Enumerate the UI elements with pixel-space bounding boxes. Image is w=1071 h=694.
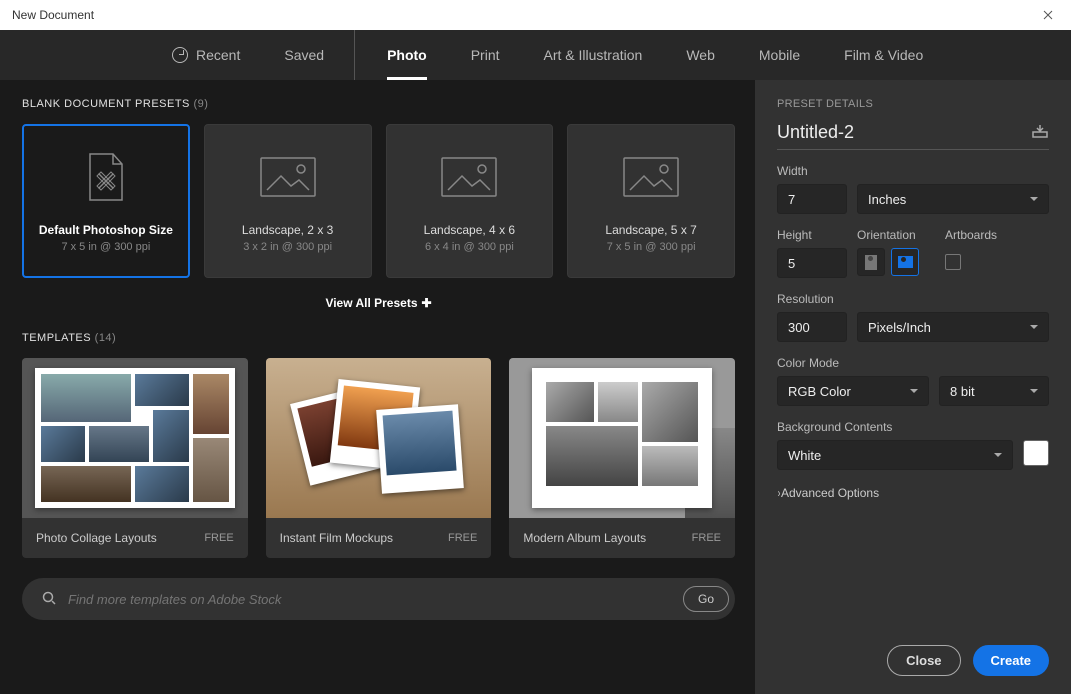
document-icon bbox=[76, 150, 136, 205]
stock-search-bar: Go bbox=[22, 578, 735, 620]
template-thumbnail bbox=[509, 358, 735, 518]
view-all-presets-button[interactable]: View All Presets✚ bbox=[22, 296, 735, 310]
background-color-swatch[interactable] bbox=[1023, 440, 1049, 466]
preset-default-photoshop-size[interactable]: Default Photoshop Size 7 x 5 in @ 300 pp… bbox=[22, 124, 190, 278]
artboards-checkbox[interactable] bbox=[945, 254, 961, 270]
plus-icon: ✚ bbox=[422, 296, 432, 310]
preset-landscape-5x7[interactable]: Landscape, 5 x 7 7 x 5 in @ 300 ppi bbox=[567, 124, 735, 278]
search-input[interactable] bbox=[68, 592, 683, 607]
template-thumbnail bbox=[266, 358, 492, 518]
template-name: Modern Album Layouts bbox=[523, 531, 646, 545]
templates-grid: Photo Collage Layouts FREE Instant Film … bbox=[22, 358, 735, 558]
close-button[interactable]: Close bbox=[887, 645, 960, 676]
templates-header: TEMPLATES (14) bbox=[22, 332, 735, 344]
resolution-label: Resolution bbox=[777, 292, 1049, 306]
artboards-label: Artboards bbox=[945, 228, 997, 242]
tab-photo[interactable]: Photo bbox=[365, 30, 449, 80]
tab-web[interactable]: Web bbox=[664, 30, 737, 80]
image-icon bbox=[258, 150, 318, 205]
height-input[interactable] bbox=[777, 248, 847, 278]
left-panel: BLANK DOCUMENT PRESETS (9) Default Photo… bbox=[0, 80, 755, 694]
height-label: Height bbox=[777, 228, 847, 242]
tab-recent[interactable]: Recent bbox=[150, 30, 262, 80]
orientation-label: Orientation bbox=[857, 228, 919, 242]
template-name: Instant Film Mockups bbox=[280, 531, 393, 545]
presets-grid: Default Photoshop Size 7 x 5 in @ 300 pp… bbox=[22, 124, 735, 278]
template-price: FREE bbox=[692, 532, 721, 544]
close-icon[interactable] bbox=[1033, 5, 1063, 25]
resolution-unit-select[interactable]: Pixels/Inch bbox=[857, 312, 1049, 342]
tab-mobile[interactable]: Mobile bbox=[737, 30, 822, 80]
width-label: Width bbox=[777, 164, 1049, 178]
panel-header: PRESET DETAILS bbox=[777, 98, 1049, 110]
go-button[interactable]: Go bbox=[683, 586, 729, 612]
color-depth-select[interactable]: 8 bit bbox=[939, 376, 1049, 406]
template-instant-film[interactable]: Instant Film Mockups FREE bbox=[266, 358, 492, 558]
image-icon bbox=[439, 150, 499, 205]
background-label: Background Contents bbox=[777, 420, 1049, 434]
titlebar: New Document bbox=[0, 0, 1071, 30]
orientation-landscape-button[interactable] bbox=[891, 248, 919, 276]
color-mode-select[interactable]: RGB Color bbox=[777, 376, 929, 406]
preset-landscape-2x3[interactable]: Landscape, 2 x 3 3 x 2 in @ 300 ppi bbox=[204, 124, 372, 278]
advanced-options-toggle[interactable]: Advanced Options bbox=[777, 486, 1049, 500]
color-mode-label: Color Mode bbox=[777, 356, 1049, 370]
presets-header: BLANK DOCUMENT PRESETS (9) bbox=[22, 98, 735, 110]
template-thumbnail bbox=[22, 358, 248, 518]
create-button[interactable]: Create bbox=[973, 645, 1049, 676]
background-select[interactable]: White bbox=[777, 440, 1013, 470]
template-price: FREE bbox=[204, 532, 233, 544]
orientation-portrait-button[interactable] bbox=[857, 248, 885, 276]
category-tabs: Recent Saved Photo Print Art & Illustrat… bbox=[0, 30, 1071, 80]
search-icon bbox=[42, 591, 58, 607]
tab-art-illustration[interactable]: Art & Illustration bbox=[522, 30, 665, 80]
resolution-input[interactable] bbox=[777, 312, 847, 342]
preset-details-panel: PRESET DETAILS Width Inches Height Orien… bbox=[755, 80, 1071, 694]
tab-film-video[interactable]: Film & Video bbox=[822, 30, 945, 80]
unit-select[interactable]: Inches bbox=[857, 184, 1049, 214]
template-price: FREE bbox=[448, 532, 477, 544]
tab-saved[interactable]: Saved bbox=[262, 30, 355, 80]
document-name-input[interactable] bbox=[777, 122, 977, 143]
template-name: Photo Collage Layouts bbox=[36, 531, 157, 545]
preset-landscape-4x6[interactable]: Landscape, 4 x 6 6 x 4 in @ 300 ppi bbox=[386, 124, 554, 278]
width-input[interactable] bbox=[777, 184, 847, 214]
template-modern-album[interactable]: Modern Album Layouts FREE bbox=[509, 358, 735, 558]
window-title: New Document bbox=[12, 8, 94, 22]
save-preset-icon[interactable] bbox=[1031, 124, 1049, 141]
tab-print[interactable]: Print bbox=[449, 30, 522, 80]
template-photo-collage[interactable]: Photo Collage Layouts FREE bbox=[22, 358, 248, 558]
image-icon bbox=[621, 150, 681, 205]
